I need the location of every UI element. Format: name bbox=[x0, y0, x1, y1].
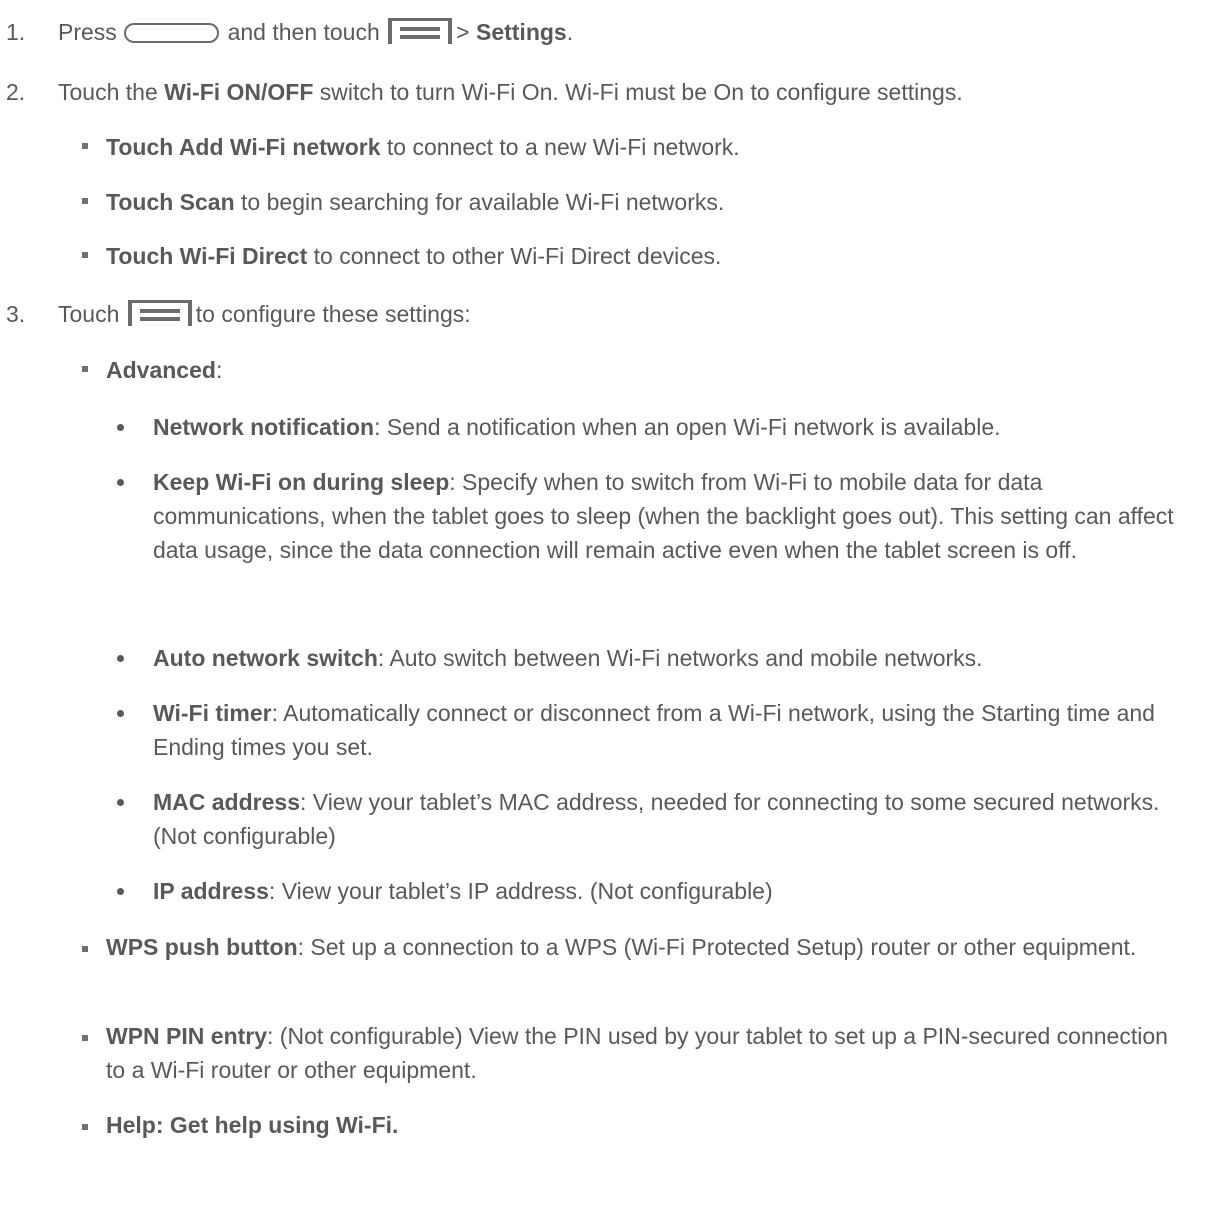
item-term: Wi-Fi timer bbox=[153, 700, 272, 726]
list-item: WPS push button: Set up a connection to … bbox=[106, 930, 1176, 964]
item-term: Touch Add Wi-Fi network bbox=[106, 134, 381, 160]
item-term: IP address bbox=[153, 878, 269, 904]
step-text: Press bbox=[58, 19, 117, 45]
step-text: switch to turn Wi-Fi On. Wi-Fi must be O… bbox=[319, 79, 963, 105]
advanced-item: Wi-Fi timer: Automatically connect or di… bbox=[153, 696, 1203, 764]
list-item: Touch Scan to begin searching for availa… bbox=[106, 187, 724, 217]
advanced-item: Keep Wi-Fi on during sleep: Specify when… bbox=[153, 465, 1203, 567]
advanced-item: Auto network switch: Auto switch between… bbox=[153, 641, 1198, 675]
square-bullet-icon bbox=[82, 1035, 88, 1041]
list-item: Touch Add Wi-Fi network to connect to a … bbox=[106, 132, 740, 162]
step-number: 1. bbox=[6, 19, 26, 45]
item-term: Keep Wi-Fi on during sleep bbox=[153, 469, 450, 495]
item-description: to connect to a new Wi-Fi network. bbox=[380, 134, 740, 160]
item-term: Network notification bbox=[153, 414, 375, 440]
item-description: : Automatically connect or disconnect fr… bbox=[153, 700, 1155, 760]
settings-label: Settings bbox=[475, 19, 567, 45]
item-description: : Auto switch between Wi-Fi networks and… bbox=[377, 645, 983, 671]
wifi-switch-label: Wi-Fi ON/OFF bbox=[164, 79, 314, 105]
item-description: : bbox=[215, 357, 223, 383]
item-description: : View your tablet’s IP address. (Not co… bbox=[268, 878, 773, 904]
item-term: WPN PIN entry bbox=[106, 1023, 268, 1049]
item-description: : View your tablet’s MAC address, needed… bbox=[153, 789, 1160, 849]
step-number: 3. bbox=[6, 301, 26, 327]
round-bullet-icon bbox=[117, 424, 124, 431]
square-bullet-icon bbox=[82, 198, 88, 204]
step-text: to configure these settings: bbox=[195, 301, 471, 327]
item-term: WPS push button bbox=[106, 934, 298, 960]
square-bullet-icon bbox=[82, 366, 88, 372]
list-item: Touch Wi-Fi Direct to connect to other W… bbox=[106, 241, 721, 271]
item-term: Auto network switch bbox=[153, 645, 378, 671]
round-bullet-icon bbox=[117, 799, 124, 806]
step-number: 2. bbox=[6, 79, 26, 105]
round-bullet-icon bbox=[117, 710, 124, 717]
item-term: Advanced bbox=[106, 357, 216, 383]
step-text: Touch bbox=[58, 301, 120, 327]
list-item: Help: Get help using Wi-Fi. bbox=[106, 1108, 1176, 1142]
item-description: to begin searching for available Wi-Fi n… bbox=[234, 189, 725, 215]
step-text: . bbox=[566, 19, 574, 45]
item-description: to connect to other Wi-Fi Direct devices… bbox=[307, 243, 722, 269]
item-term: MAC address bbox=[153, 789, 300, 815]
step-text: and then touch bbox=[227, 19, 380, 45]
square-bullet-icon bbox=[82, 252, 88, 258]
square-bullet-icon bbox=[82, 1124, 88, 1130]
item-description: : Set up a connection to a WPS (Wi-Fi Pr… bbox=[297, 934, 1137, 960]
square-bullet-icon bbox=[82, 143, 88, 149]
item-term: Touch Wi-Fi Direct bbox=[106, 243, 308, 269]
round-bullet-icon bbox=[117, 479, 124, 486]
round-bullet-icon bbox=[117, 888, 124, 895]
round-bullet-icon bbox=[117, 655, 124, 662]
advanced-heading: Advanced: bbox=[106, 355, 222, 385]
square-bullet-icon bbox=[82, 946, 88, 952]
home-key-icon bbox=[124, 23, 220, 43]
advanced-item: MAC address: View your tablet’s MAC addr… bbox=[153, 785, 1198, 853]
item-description: : Send a notification when an open Wi-Fi… bbox=[374, 414, 1001, 440]
menu-key-icon bbox=[388, 18, 453, 44]
advanced-item: IP address: View your tablet’s IP addres… bbox=[153, 874, 1198, 908]
menu-key-icon bbox=[127, 300, 192, 326]
step-text: Touch the bbox=[58, 79, 158, 105]
list-item: WPN PIN entry: (Not configurable) View t… bbox=[106, 1019, 1191, 1087]
document-page: { "steps": [ { "number": "1.", "parts": … bbox=[0, 0, 1209, 1219]
step-text: > bbox=[456, 19, 470, 45]
item-term: Help: Get help using Wi-Fi. bbox=[106, 1112, 399, 1138]
item-term: Touch Scan bbox=[106, 189, 235, 215]
advanced-item: Network notification: Send a notificatio… bbox=[153, 410, 1198, 444]
